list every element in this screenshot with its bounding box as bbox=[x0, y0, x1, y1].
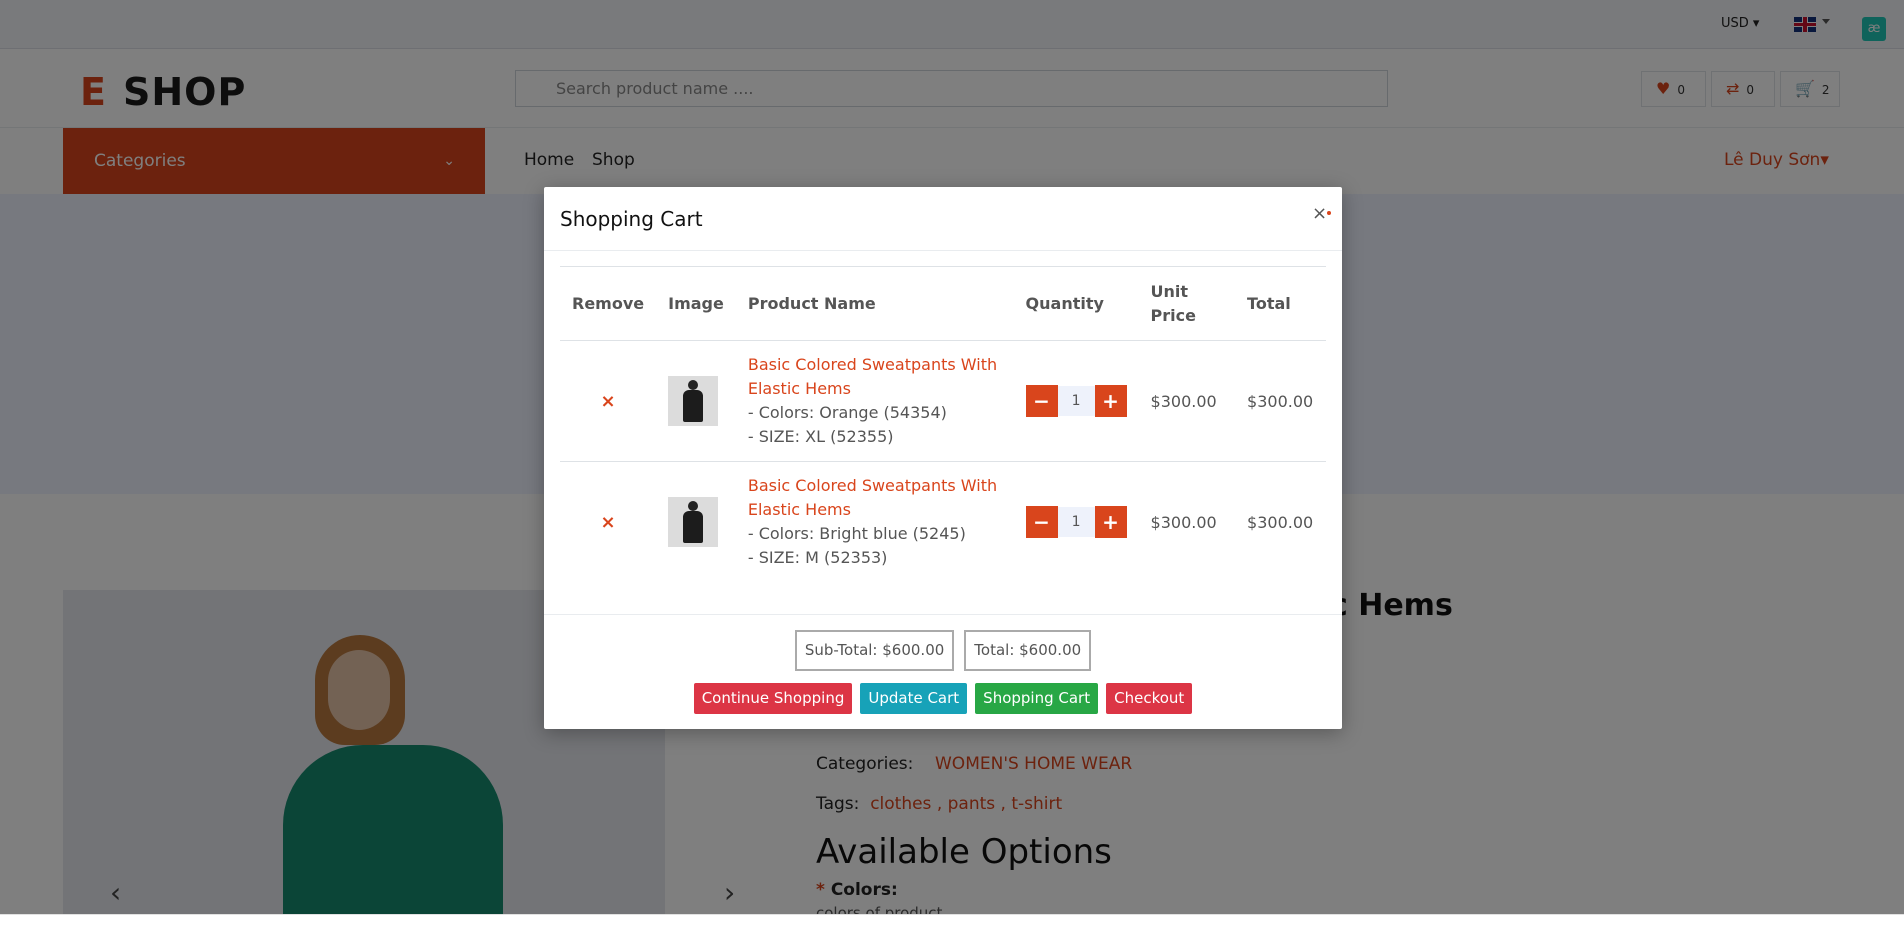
column-image: Image bbox=[656, 266, 736, 341]
modal-footer: Sub-Total: $600.00 Total: $600.00 Contin… bbox=[544, 614, 1342, 729]
product-name-link[interactable]: Basic Colored Sweatpants With Elastic He… bbox=[748, 353, 1002, 401]
update-cart-button[interactable]: Update Cart bbox=[860, 683, 968, 714]
column-total: Total bbox=[1235, 266, 1326, 341]
cart-table: Remove Image Product Name Quantity Unit … bbox=[560, 266, 1326, 583]
modal-header: Shopping Cart × bbox=[544, 187, 1342, 251]
close-icon: × bbox=[1312, 203, 1328, 224]
remove-item-icon[interactable]: × bbox=[572, 391, 644, 412]
quantity-stepper: − 1 + bbox=[1025, 506, 1127, 539]
remove-item-icon[interactable]: × bbox=[572, 512, 644, 533]
product-name-link[interactable]: Basic Colored Sweatpants With Elastic He… bbox=[748, 474, 1002, 522]
total-box: Total: $600.00 bbox=[964, 630, 1092, 671]
product-option-color: - Colors: Orange (54354) bbox=[747, 403, 947, 422]
close-button[interactable]: × bbox=[1312, 203, 1331, 224]
increase-qty-button[interactable]: + bbox=[1094, 506, 1127, 539]
line-total: $300.00 bbox=[1247, 391, 1314, 411]
product-option-size: - SIZE: M (52353) bbox=[747, 548, 888, 568]
product-thumbnail[interactable] bbox=[668, 376, 719, 426]
checkout-button[interactable]: Checkout bbox=[1106, 683, 1193, 714]
unit-price: $300.00 bbox=[1150, 512, 1217, 532]
cart-row: × Basic Colored Sweatpants With Elastic … bbox=[560, 462, 1326, 583]
cart-row: × Basic Colored Sweatpants With Elastic … bbox=[560, 340, 1326, 462]
bottom-divider bbox=[0, 914, 1904, 928]
product-thumbnail[interactable] bbox=[668, 497, 719, 548]
product-option-color: - Colors: Bright blue (5245) bbox=[747, 524, 966, 544]
continue-shopping-button[interactable]: Continue Shopping bbox=[693, 683, 853, 714]
quantity-stepper: − 1 + bbox=[1025, 385, 1127, 417]
subtotal-box: Sub-Total: $600.00 bbox=[794, 630, 955, 671]
increase-qty-button[interactable]: + bbox=[1094, 385, 1127, 417]
unit-price: $300.00 bbox=[1150, 391, 1217, 411]
cart-actions: Continue Shopping Update Cart Shopping C… bbox=[544, 683, 1342, 714]
shopping-cart-modal: Shopping Cart × Remove Image Product Nam… bbox=[544, 187, 1342, 729]
cart-totals: Sub-Total: $600.00 Total: $600.00 bbox=[544, 630, 1342, 671]
product-option-size: - SIZE: XL (52355) bbox=[747, 427, 894, 446]
column-product-name: Product Name bbox=[735, 266, 1014, 341]
column-quantity: Quantity bbox=[1013, 266, 1139, 341]
modal-title: Shopping Cart bbox=[560, 207, 703, 231]
column-remove: Remove bbox=[560, 266, 657, 341]
cart-table-header: Remove Image Product Name Quantity Unit … bbox=[560, 266, 1326, 341]
quantity-input[interactable]: 1 bbox=[1057, 507, 1095, 538]
decrease-qty-button[interactable]: − bbox=[1025, 385, 1058, 417]
decrease-qty-button[interactable]: − bbox=[1025, 506, 1058, 539]
line-total: $300.00 bbox=[1247, 512, 1314, 532]
shopping-cart-button[interactable]: Shopping Cart bbox=[975, 683, 1099, 714]
column-unit-price: Unit Price bbox=[1138, 266, 1236, 341]
quantity-input[interactable]: 1 bbox=[1057, 386, 1095, 416]
